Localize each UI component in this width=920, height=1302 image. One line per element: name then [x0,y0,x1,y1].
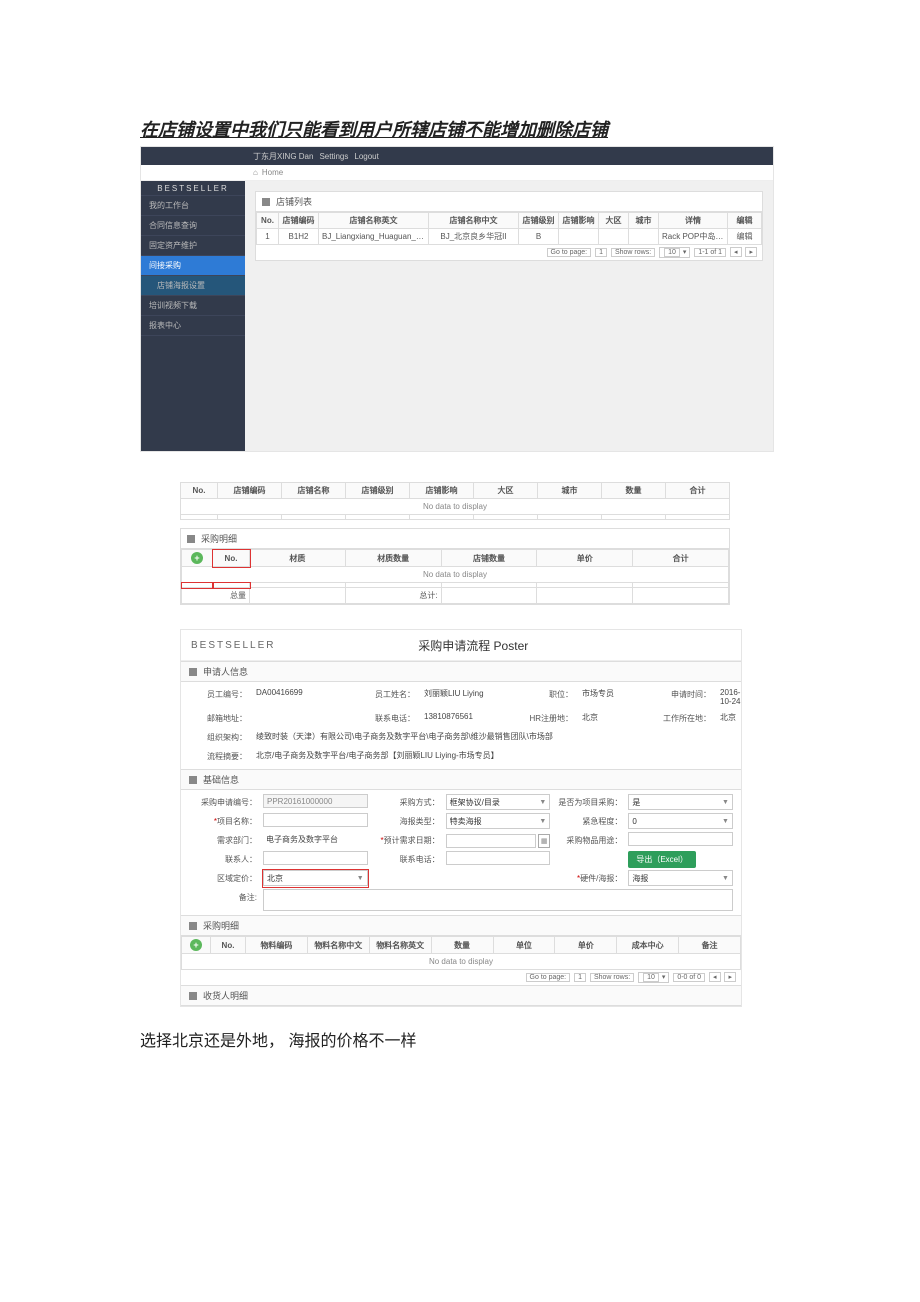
emp-name-value: 刘丽颖LIU Liying [421,686,521,708]
table-header-row: No.店铺编码店铺名称英文店铺名称中文店铺级别店铺影响大区城市详情编辑 [257,213,762,229]
purchase-method-select[interactable]: 框架协议/目录▼ [446,794,551,810]
footnote: 选择北京还是外地， 海报的价格不一样 [140,1027,920,1051]
no-data-row: No data to display [182,954,741,970]
chevron-down-icon: ▼ [539,799,546,806]
shop-summary-table: No.店铺编码店铺名称店铺级别店铺影响大区城市数量合计 No data to d… [180,482,730,520]
nav-contract-query[interactable]: 合同信息查询 [141,216,245,236]
add-row-button[interactable]: + [191,552,203,564]
panel-title: 采购明细 [201,532,237,545]
pager-page-input[interactable]: 1 [574,973,586,982]
nav-asset-maintain[interactable]: 固定资产维护 [141,236,245,256]
content-area: 店铺列表 No.店铺编码店铺名称英文店铺名称中文店铺级别店铺影响大区城市详情编辑… [245,181,773,451]
export-excel-button[interactable]: 导出（Excel） [628,851,696,868]
section-detail-title: 采购明细 [203,919,239,932]
usage-input[interactable] [628,832,733,846]
hr-loc-value: 北京 [579,710,649,727]
screenshot-3: BESTSELLER 采购申请流程 Poster 申请人信息 员工编号：DA00… [180,629,742,1007]
add-row-button[interactable]: + [190,939,202,951]
applicant-form: 员工编号：DA00416699 员工姓名：刘丽颖LIU Liying 职位：市场… [181,682,741,769]
hw-poster-select[interactable]: 海报▼ [628,870,733,886]
required-date-input[interactable] [446,834,536,848]
chevron-down-icon: ▼ [722,799,729,806]
chevron-down-icon: ▼ [357,875,364,882]
contact-phone-input[interactable] [446,851,551,865]
flow-value: 北京/电子商务及数字平台/电子商务部【刘丽颖LIU Liying-市场专员】 [253,748,743,765]
section-icon [189,668,197,676]
emp-id-value: DA00416699 [253,686,353,708]
topbar-user[interactable]: 丁东月XING Dan [253,151,313,162]
edit-link[interactable]: 编辑 [728,229,762,245]
topbar-settings[interactable]: Settings [319,152,348,161]
dept-value: 电子商务及数字平台 [263,832,368,849]
pager-rows-select[interactable]: 10 ▾ [659,247,690,258]
section-applicant-title: 申请人信息 [203,665,248,678]
nav-my-workbench[interactable]: 我的工作台 [141,196,245,216]
pager-prev-icon[interactable]: ◂ [730,247,742,257]
table-row[interactable]: 1B1H2BJ_Liangxiang_Huaguan_JACK...BJ_北京良… [257,229,762,245]
pager[interactable]: Go to page: 1 Show rows: 10 ▾ 1-1 of 1 ◂… [256,245,762,260]
chevron-down-icon: ▼ [722,818,729,825]
no-data-row: No data to display [181,499,730,515]
purchase-detail-panel: 采购明细 + No. 材质材质数量店铺数量单价合计 No data to dis… [180,528,730,605]
shop-list-panel: 店铺列表 No.店铺编码店铺名称英文店铺名称中文店铺级别店铺影响大区城市详情编辑… [255,191,763,261]
section-basic-title: 基础信息 [203,773,239,786]
home-icon[interactable]: ⌂ [253,168,258,177]
pager-next-icon[interactable]: ▸ [745,247,757,257]
poster-type-select[interactable]: 特卖海报▼ [446,813,551,829]
breadcrumb: ⌂ Home [141,165,773,181]
position-value: 市场专员 [579,686,649,708]
shop-list-table: No.店铺编码店铺名称英文店铺名称中文店铺级别店铺影响大区城市详情编辑 1B1H… [256,212,762,245]
phone-value: 13810876561 [421,710,521,727]
contact-input[interactable] [263,851,368,865]
breadcrumb-home[interactable]: Home [262,168,283,177]
topbar-logout[interactable]: Logout [354,152,378,161]
topbar: 丁东月XING Dan Settings Logout [141,147,773,165]
brand-logo: BESTSELLER [141,181,245,196]
pager-page-input[interactable]: 1 [595,248,607,257]
nav-indirect-purchase[interactable]: 间接采购 [141,256,245,276]
nav-report-center[interactable]: 报表中心 [141,316,245,336]
region-price-select[interactable]: 北京▼ [263,870,368,886]
caption-top: 在店铺设置中我们只能看到用户所辖店铺不能增加删除店铺 [140,116,920,142]
section-receiver-title: 收货人明细 [203,989,248,1002]
no-data-row: No data to display [182,567,729,583]
apply-time-value: 2016-10-24 [717,686,743,708]
purchase-detail-table: + No. 物料编码物料名称中文物料名称英文数量单位单价成本中心备注 No da… [181,936,741,970]
section-icon [189,776,197,784]
chevron-down-icon: ▼ [539,818,546,825]
material-table: + No. 材质材质数量店铺数量单价合计 No data to display … [181,549,729,604]
section-icon [189,922,197,930]
total-qty-label: 总量 [182,588,250,604]
panel-icon [187,535,195,543]
brand-logo: BESTSELLER [191,640,275,651]
calendar-icon[interactable]: ▦ [538,834,550,848]
screenshot-1: 丁东月XING Dan Settings Logout ⌂ Home BESTS… [140,146,774,452]
nav-training-video[interactable]: 培训视频下载 [141,296,245,316]
pager-prev-icon[interactable]: ◂ [709,972,721,982]
chevron-down-icon: ▼ [722,875,729,882]
total-sum-label: 总计: [345,588,441,604]
remark-input[interactable] [263,889,733,911]
work-loc-value: 北京 [717,710,743,727]
detail-pager[interactable]: Go to page: 1 Show rows: 10 ▾ 0-0 of 0 ◂… [181,970,741,985]
nav-shop-poster-setting[interactable]: 店铺海报设置 [141,276,245,296]
pager-rows-select[interactable]: 10 ▾ [638,972,669,983]
panel-icon [262,198,270,206]
basic-info-form: 采购申请编号： 采购方式： 框架协议/目录▼ 是否为项目采购： 是▼ *项目名称… [181,790,741,915]
sidebar: BESTSELLER 我的工作台 合同信息查询 固定资产维护 间接采购 店铺海报… [141,181,245,451]
project-name-input[interactable] [263,813,368,827]
screenshot-2: No.店铺编码店铺名称店铺级别店铺影响大区城市数量合计 No data to d… [180,482,730,605]
section-icon [189,992,197,1000]
request-no-input [263,794,368,808]
page-title: 采购申请流程 Poster [275,637,671,654]
org-value: 绫致时装（天津）有限公司\电子商务及数字平台\电子商务部\维沙最销售团队\市场部 [253,729,743,746]
panel-title: 店铺列表 [276,195,312,208]
pager-next-icon[interactable]: ▸ [724,972,736,982]
col-no-highlighted: No. [213,550,250,567]
urgency-select[interactable]: 0▼ [628,813,733,829]
email-value [253,710,353,727]
is-project-select[interactable]: 是▼ [628,794,733,810]
